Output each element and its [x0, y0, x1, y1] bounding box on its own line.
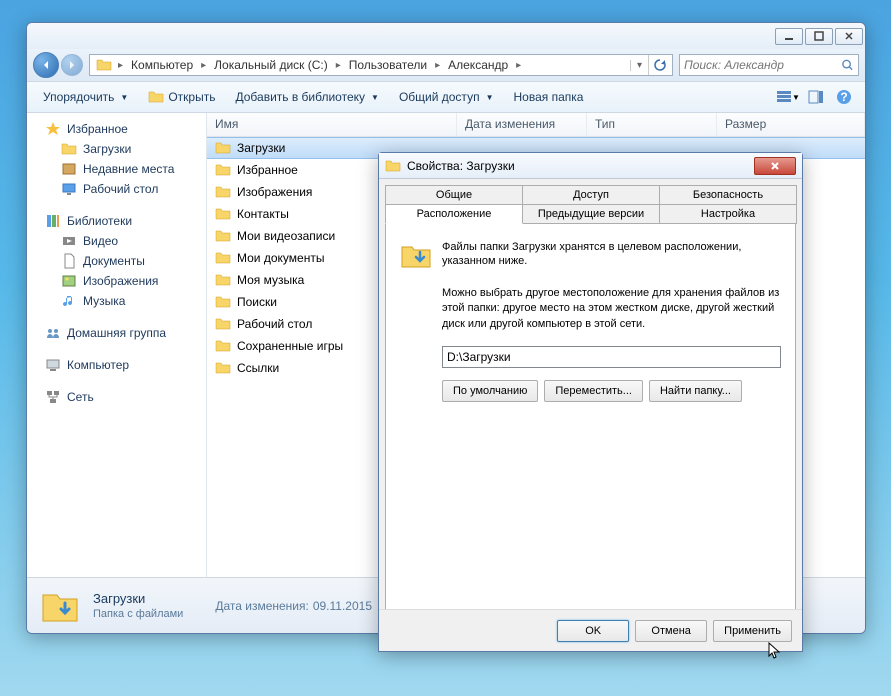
- dialog-close-button[interactable]: [754, 157, 796, 175]
- folder-icon: [215, 162, 231, 178]
- dialog-title: Свойства: Загрузки: [407, 159, 754, 173]
- sidebar-item-pictures[interactable]: Изображения: [27, 271, 206, 291]
- search-box[interactable]: [679, 54, 859, 76]
- column-headers: Имя Дата изменения Тип Размер: [207, 113, 865, 137]
- sidebar-libraries[interactable]: Библиотеки: [27, 211, 206, 231]
- picture-icon: [61, 273, 77, 289]
- sidebar-homegroup[interactable]: Домашняя группа: [27, 323, 206, 343]
- sidebar-item-desktop[interactable]: Рабочий стол: [27, 179, 206, 199]
- tab-customize[interactable]: Настройка: [659, 204, 797, 224]
- share-menu[interactable]: Общий доступ▼: [391, 86, 502, 108]
- sidebar-network[interactable]: Сеть: [27, 387, 206, 407]
- nav-sidebar: Избранное Загрузки Недавние места Рабочи…: [27, 113, 207, 577]
- folder-icon: [215, 228, 231, 244]
- find-target-button[interactable]: Найти папку...: [649, 380, 742, 402]
- tab-strip: Общие Доступ Безопасность Расположение П…: [385, 185, 796, 223]
- column-name[interactable]: Имя: [207, 113, 457, 136]
- cancel-button[interactable]: Отмена: [635, 620, 707, 642]
- view-mode-button[interactable]: ▼: [775, 86, 801, 108]
- breadcrumb[interactable]: ▸ Компьютер▸ Локальный диск (С:)▸ Пользо…: [89, 54, 673, 76]
- add-library-menu[interactable]: Добавить в библиотеку▼: [227, 86, 386, 108]
- search-input[interactable]: [684, 58, 841, 72]
- open-button[interactable]: Открыть: [140, 85, 223, 109]
- status-title: Загрузки: [93, 591, 183, 606]
- tab-security[interactable]: Безопасность: [659, 185, 797, 205]
- title-bar: [27, 23, 865, 49]
- tab-general[interactable]: Общие: [385, 185, 523, 205]
- breadcrumb-segment[interactable]: Локальный диск (С:): [208, 58, 334, 72]
- new-folder-button[interactable]: Новая папка: [505, 86, 591, 108]
- sidebar-item-recent[interactable]: Недавние места: [27, 159, 206, 179]
- tab-sharing[interactable]: Доступ: [522, 185, 660, 205]
- folder-icon: [61, 141, 77, 157]
- folder-downloads-icon: [39, 585, 81, 627]
- close-button[interactable]: [835, 28, 863, 45]
- folder-icon: [215, 250, 231, 266]
- folder-icon: [215, 184, 231, 200]
- ok-button[interactable]: OK: [557, 620, 629, 642]
- back-button[interactable]: [33, 52, 59, 78]
- folder-icon: [215, 206, 231, 222]
- breadcrumb-segment[interactable]: Пользователи: [343, 58, 433, 72]
- search-icon: [841, 58, 854, 72]
- maximize-button[interactable]: [805, 28, 833, 45]
- cursor-icon: [768, 642, 782, 660]
- homegroup-icon: [45, 325, 61, 341]
- video-icon: [61, 233, 77, 249]
- location-info-text: Файлы папки Загрузки хранятся в целевом …: [442, 240, 781, 272]
- folder-icon: [215, 140, 231, 156]
- status-subtitle: Папка с файлами: [93, 608, 183, 620]
- document-icon: [61, 253, 77, 269]
- move-button[interactable]: Переместить...: [544, 380, 643, 402]
- toolbar: Упорядочить▼ Открыть Добавить в библиоте…: [27, 81, 865, 113]
- preview-pane-button[interactable]: [803, 86, 829, 108]
- folder-open-icon: [148, 89, 164, 105]
- music-icon: [61, 293, 77, 309]
- organize-menu[interactable]: Упорядочить▼: [35, 86, 136, 108]
- folder-downloads-icon: [400, 240, 432, 272]
- desktop-icon: [61, 181, 77, 197]
- tab-content-location: Файлы папки Загрузки хранятся в целевом …: [385, 223, 796, 623]
- folder-icon: [385, 158, 401, 174]
- status-meta: Дата изменения: 09.11.2015: [215, 599, 372, 613]
- minimize-button[interactable]: [775, 28, 803, 45]
- properties-dialog: Свойства: Загрузки Общие Доступ Безопасн…: [378, 152, 803, 652]
- dialog-title-bar[interactable]: Свойства: Загрузки: [379, 153, 802, 179]
- svg-text:?: ?: [840, 90, 847, 104]
- folder-icon: [215, 294, 231, 310]
- sidebar-computer[interactable]: Компьютер: [27, 355, 206, 375]
- breadcrumb-segment[interactable]: Компьютер: [125, 58, 199, 72]
- sidebar-item-documents[interactable]: Документы: [27, 251, 206, 271]
- forward-button[interactable]: [61, 54, 83, 76]
- tab-location[interactable]: Расположение: [385, 204, 523, 224]
- tab-versions[interactable]: Предыдущие версии: [522, 204, 660, 224]
- library-icon: [45, 213, 61, 229]
- folder-icon: [215, 272, 231, 288]
- folder-icon: [215, 360, 231, 376]
- star-icon: [45, 121, 61, 137]
- dialog-footer: OK Отмена Применить: [379, 609, 802, 651]
- sidebar-item-downloads[interactable]: Загрузки: [27, 139, 206, 159]
- folder-icon: [215, 316, 231, 332]
- sidebar-item-video[interactable]: Видео: [27, 231, 206, 251]
- location-description: Можно выбрать другое местоположение для …: [400, 286, 781, 332]
- apply-button[interactable]: Применить: [713, 620, 792, 642]
- column-type[interactable]: Тип: [587, 113, 717, 136]
- folder-icon: [215, 338, 231, 354]
- nav-bar: ▸ Компьютер▸ Локальный диск (С:)▸ Пользо…: [27, 49, 865, 81]
- folder-icon: [96, 57, 112, 73]
- sidebar-item-music[interactable]: Музыка: [27, 291, 206, 311]
- computer-icon: [45, 357, 61, 373]
- restore-default-button[interactable]: По умолчанию: [442, 380, 538, 402]
- breadcrumb-segment[interactable]: Александр: [442, 58, 514, 72]
- help-button[interactable]: ?: [831, 86, 857, 108]
- location-path-input[interactable]: [442, 346, 781, 368]
- column-size[interactable]: Размер: [717, 113, 865, 136]
- recent-icon: [61, 161, 77, 177]
- sidebar-favorites[interactable]: Избранное: [27, 119, 206, 139]
- network-icon: [45, 389, 61, 405]
- column-date[interactable]: Дата изменения: [457, 113, 587, 136]
- refresh-icon[interactable]: [648, 55, 670, 75]
